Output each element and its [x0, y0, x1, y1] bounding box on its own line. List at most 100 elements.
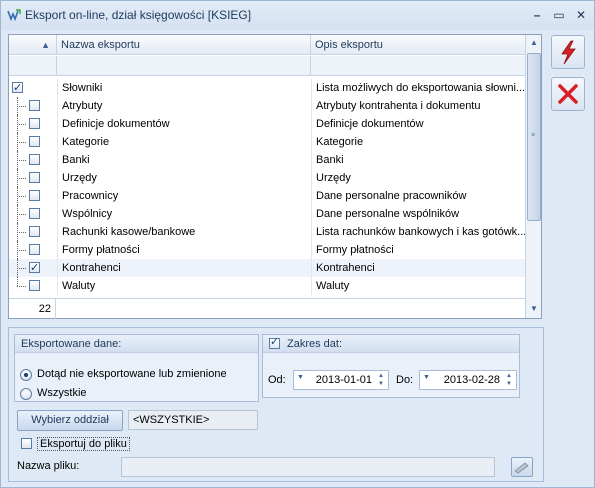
date-from-field[interactable]: ▼ 2013-01-01 ▲ ▼	[293, 370, 389, 390]
column-header-name[interactable]: Nazwa eksportu	[57, 35, 311, 55]
filter-cell[interactable]	[9, 56, 57, 76]
minimize-icon[interactable]: –	[529, 7, 545, 23]
filter-cell-name[interactable]	[57, 56, 311, 76]
grid-footer: 22	[9, 298, 525, 319]
row-description: Dane personalne wspólników	[311, 205, 525, 223]
browse-button[interactable]	[511, 457, 533, 477]
table-row[interactable]: Wspólnicy Dane personalne wspólników	[9, 205, 525, 223]
tree-connector	[17, 142, 26, 143]
spinner-icon[interactable]: ▲ ▼	[504, 372, 514, 388]
radio-not-exported-label[interactable]: Dotąd nie eksportowane lub zmienione	[37, 368, 227, 380]
export-to-file-checkbox[interactable]	[21, 438, 32, 449]
options-panel: Eksportowane dane: Dotąd nie eksportowan…	[8, 327, 544, 482]
filter-row[interactable]	[9, 56, 525, 76]
row-checkbox[interactable]	[29, 136, 40, 147]
sort-indicator-icon[interactable]: ▲	[9, 35, 57, 55]
window-title: Eksport on-line, dział księgowości [KSIE…	[25, 8, 252, 22]
row-checkbox[interactable]	[29, 154, 40, 165]
tree-connector	[17, 268, 26, 269]
grip-icon: ≡	[531, 132, 536, 139]
select-branch-button[interactable]: Wybierz oddział	[17, 410, 123, 431]
row-checkbox[interactable]	[29, 118, 40, 129]
file-name-label: Nazwa pliku:	[17, 460, 80, 472]
row-checkbox[interactable]	[12, 79, 23, 97]
row-checkbox[interactable]	[29, 100, 40, 111]
table-row[interactable]: Urzędy Urzędy	[9, 169, 525, 187]
row-name: Definicje dokumentów	[57, 115, 311, 133]
red-x-icon	[558, 84, 578, 104]
export-to-file-label[interactable]: Eksportuj do pliku	[37, 437, 130, 451]
date-range-header: Zakres dat:	[263, 335, 519, 353]
row-checkbox[interactable]	[29, 244, 40, 255]
table-row[interactable]: SłownikiLista możliwych do eksportowania…	[9, 79, 525, 97]
radio-all-label[interactable]: Wszystkie	[37, 387, 87, 399]
tree-line	[17, 277, 18, 286]
row-checkbox[interactable]	[29, 280, 40, 291]
row-name: Kategorie	[57, 133, 311, 151]
row-description: Kontrahenci	[311, 259, 525, 277]
dropdown-icon[interactable]: ▼	[423, 374, 430, 381]
table-row[interactable]: Waluty Waluty	[9, 277, 525, 295]
maximize-icon[interactable]: ▭	[551, 7, 567, 23]
file-name-field[interactable]	[121, 457, 495, 477]
row-description: Atrybuty kontrahenta i dokumentu	[311, 97, 525, 115]
date-range-group: Zakres dat: Od: ▼ 2013-01-01 ▲▼ Do: ▼ 20…	[262, 334, 520, 398]
date-from-value: 2013-01-01	[315, 374, 372, 386]
date-range-checkbox[interactable]	[269, 335, 280, 349]
table-row[interactable]: Kategorie Kategorie	[9, 133, 525, 151]
row-description: Banki	[311, 151, 525, 169]
column-header-desc[interactable]: Opis eksportu	[311, 35, 525, 55]
table-row[interactable]: Definicje dokumentów Definicje dokumentów	[9, 115, 525, 133]
row-name: Wspólnicy	[57, 205, 311, 223]
cancel-button[interactable]	[551, 77, 585, 111]
row-checkbox[interactable]	[29, 190, 40, 201]
table-row[interactable]: Rachunki kasowe/bankowe Lista rachunków b…	[9, 223, 525, 241]
date-to-field[interactable]: ▼ 2013-02-28 ▲ ▼	[419, 370, 517, 390]
row-name: Banki	[57, 151, 311, 169]
row-description: Dane personalne pracowników	[311, 187, 525, 205]
tree-connector	[17, 160, 26, 161]
table-row[interactable]: Atrybuty Atrybuty kontrahenta i dokumentu	[9, 97, 525, 115]
export-button[interactable]	[551, 35, 585, 69]
vertical-scrollbar[interactable]: ▲ ≡ ▼	[525, 35, 541, 318]
row-checkbox[interactable]	[29, 208, 40, 219]
table-row[interactable]: Pracownicy Dane personalne pracowników	[9, 187, 525, 205]
tree-connector	[17, 196, 26, 197]
radio-not-exported[interactable]	[20, 369, 32, 381]
row-checkbox[interactable]	[29, 172, 40, 183]
exported-data-header: Eksportowane dane:	[15, 335, 258, 353]
row-description: Lista możliwych do eksportowania słowni.…	[311, 79, 525, 97]
scroll-up-icon[interactable]: ▲	[527, 35, 541, 51]
tree-connector	[17, 106, 26, 107]
spinner-icon[interactable]: ▲ ▼	[376, 372, 386, 388]
export-dialog-window: Eksport on-line, dział księgowości [KSIE…	[0, 0, 595, 488]
export-grid: ▲ Nazwa eksportu Opis eksportu SłownikiL…	[8, 34, 542, 319]
table-row[interactable]: KontrahenciKontrahenci	[9, 259, 525, 277]
date-from-label: Od:	[268, 374, 286, 386]
filter-cell-desc[interactable]	[311, 56, 525, 76]
date-to-value: 2013-02-28	[443, 374, 500, 386]
scroll-down-icon[interactable]: ▼	[527, 301, 541, 317]
dropdown-icon[interactable]: ▼	[297, 374, 304, 381]
row-name: Formy płatności	[57, 241, 311, 259]
close-icon[interactable]: ✕	[573, 7, 589, 23]
row-checkbox[interactable]	[29, 259, 40, 277]
scroll-thumb[interactable]: ≡	[527, 53, 541, 221]
row-name: Słowniki	[57, 79, 311, 97]
row-description: Urzędy	[311, 169, 525, 187]
row-name: Urzędy	[57, 169, 311, 187]
row-checkbox[interactable]	[29, 226, 40, 237]
title-bar: Eksport on-line, dział księgowości [KSIE…	[1, 1, 594, 30]
table-row[interactable]: Banki Banki	[9, 151, 525, 169]
exported-data-group: Eksportowane dane: Dotąd nie eksportowan…	[14, 334, 259, 402]
tree-connector	[17, 214, 26, 215]
row-description: Waluty	[311, 277, 525, 295]
row-name: Kontrahenci	[57, 259, 311, 277]
browse-icon	[514, 462, 529, 474]
grid-header: ▲ Nazwa eksportu Opis eksportu	[9, 35, 525, 55]
row-name: Atrybuty	[57, 97, 311, 115]
tree-connector	[17, 124, 26, 125]
table-row[interactable]: Formy płatności Formy płatności	[9, 241, 525, 259]
radio-all[interactable]	[20, 388, 32, 400]
row-description: Kategorie	[311, 133, 525, 151]
